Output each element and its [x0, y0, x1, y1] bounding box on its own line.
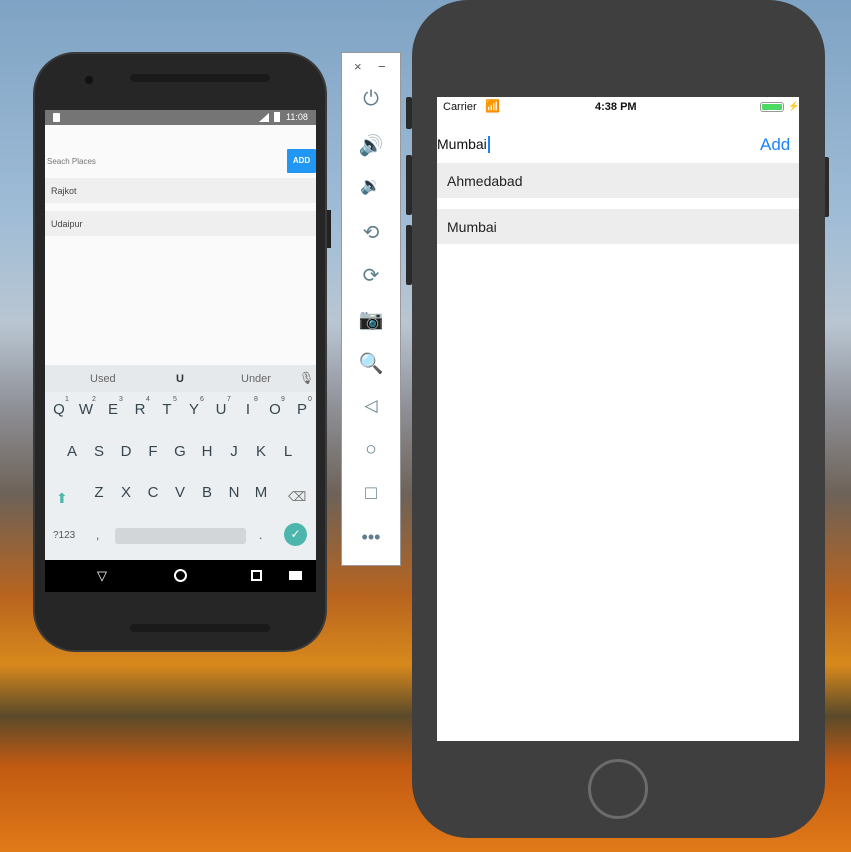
key-hint: 9 [281, 396, 285, 403]
suggestion[interactable]: Under [241, 373, 271, 385]
key-v[interactable]: V [170, 484, 190, 501]
rotate-right-icon[interactable]: ⟳ [342, 263, 400, 288]
add-button[interactable]: Add [760, 135, 790, 155]
period-key[interactable]: . [259, 528, 262, 542]
key-h[interactable]: H [197, 443, 217, 460]
speaker-grille [130, 624, 270, 632]
key-q[interactable]: Q [49, 401, 69, 418]
suggestion[interactable]: U [176, 373, 184, 385]
key-c[interactable]: C [143, 484, 163, 501]
camera-icon[interactable]: 📷 [342, 307, 400, 332]
home-icon[interactable]: ○ [342, 439, 400, 461]
key-hint: 1 [65, 396, 69, 403]
key-g[interactable]: G [170, 443, 190, 460]
space-bar[interactable] [115, 528, 246, 544]
add-button[interactable]: ADD [287, 149, 316, 173]
overview-icon[interactable] [251, 570, 262, 581]
key-hint: 5 [173, 396, 177, 403]
key-i[interactable]: I [238, 401, 258, 418]
key-m[interactable]: M [251, 484, 271, 501]
emulator-toolbar: × − ⏻ 🔊 🔉 ⟲ ⟳ 📷 🔍 ◁ ○ □ ••• [341, 52, 401, 566]
rotate-left-icon[interactable]: ⟲ [342, 220, 400, 245]
key-t[interactable]: T [157, 401, 177, 418]
key-a[interactable]: A [62, 443, 82, 460]
suggestion[interactable]: Used [90, 373, 116, 385]
list-item[interactable]: Mumbai [437, 209, 799, 244]
key-j[interactable]: J [224, 443, 244, 460]
key-u[interactable]: U [211, 401, 231, 418]
wifi-icon: 📶 [485, 99, 500, 113]
keyboard: Used U Under 🎙 Q1W2E3R4T5Y6U7I8O9P0ASDFG… [45, 365, 316, 560]
symbols-key[interactable]: ?123 [53, 530, 75, 541]
home-icon[interactable] [174, 569, 187, 582]
key-d[interactable]: D [116, 443, 136, 460]
battery-icon [274, 112, 280, 122]
key-s[interactable]: S [89, 443, 109, 460]
front-camera [85, 76, 93, 84]
key-x[interactable]: X [116, 484, 136, 501]
charging-icon: ⚡ [788, 101, 799, 111]
key-e[interactable]: E [103, 401, 123, 418]
keyboard-hide-icon[interactable] [289, 571, 302, 580]
enter-check-icon[interactable]: ✓ [284, 523, 307, 546]
key-hint: 4 [146, 396, 150, 403]
backspace-icon[interactable]: ⌫ [288, 489, 306, 505]
volume-up-icon[interactable]: 🔊 [342, 133, 400, 158]
more-icon[interactable]: ••• [342, 527, 400, 548]
status-bar: 11:08 [45, 110, 316, 125]
list-item[interactable]: Ahmedabad [437, 163, 799, 198]
speaker-grille [130, 74, 270, 82]
suggestion-strip: Used U Under 🎙 [45, 365, 316, 392]
home-button[interactable] [588, 759, 648, 819]
list-item[interactable]: Udaipur [45, 211, 316, 236]
navigation-bar: ▽ [45, 560, 316, 592]
status-time: 4:38 PM [595, 101, 637, 113]
zoom-icon[interactable]: 🔍 [342, 351, 400, 376]
status-time: 11:08 [286, 112, 308, 122]
sd-card-icon [53, 113, 60, 122]
ios-screen: Carrier 📶 4:38 PM ⚡ Mumbai Add Ahmedabad… [437, 97, 799, 741]
key-hint: 8 [254, 396, 258, 403]
list-item[interactable]: Rajkot [45, 178, 316, 203]
key-hint: 7 [227, 396, 231, 403]
key-w[interactable]: W [76, 401, 96, 418]
key-r[interactable]: R [130, 401, 150, 418]
comma-key[interactable]: , [96, 528, 99, 542]
signal-icon [259, 113, 269, 122]
battery-icon [760, 102, 784, 112]
volume-down-icon[interactable]: 🔉 [342, 176, 400, 196]
key-n[interactable]: N [224, 484, 244, 501]
back-icon[interactable]: ◁ [342, 396, 400, 416]
minimize-button[interactable]: − [378, 59, 386, 74]
key-hint: 3 [119, 396, 123, 403]
key-z[interactable]: Z [89, 484, 109, 501]
key-o[interactable]: O [265, 401, 285, 418]
key-b[interactable]: B [197, 484, 217, 501]
key-k[interactable]: K [251, 443, 271, 460]
shift-icon[interactable]: ⬆ [56, 490, 71, 506]
key-y[interactable]: Y [184, 401, 204, 418]
power-icon[interactable]: ⏻ [342, 88, 400, 111]
carrier-label: Carrier [443, 101, 477, 113]
back-icon[interactable]: ▽ [97, 568, 107, 584]
microphone-icon[interactable]: 🎙 [299, 371, 314, 385]
close-button[interactable]: × [354, 59, 362, 74]
android-screen: 11:08 ADD Rajkot Udaipur Used U Under 🎙 … [45, 110, 316, 592]
search-input[interactable] [45, 150, 283, 172]
key-f[interactable]: F [143, 443, 163, 460]
key-p[interactable]: P [292, 401, 312, 418]
key-l[interactable]: L [278, 443, 298, 460]
search-input[interactable]: Mumbai [437, 136, 490, 153]
key-hint: 6 [200, 396, 204, 403]
key-hint: 2 [92, 396, 96, 403]
overview-icon[interactable]: □ [342, 483, 400, 505]
key-hint: 0 [308, 396, 312, 403]
side-button [327, 210, 331, 248]
